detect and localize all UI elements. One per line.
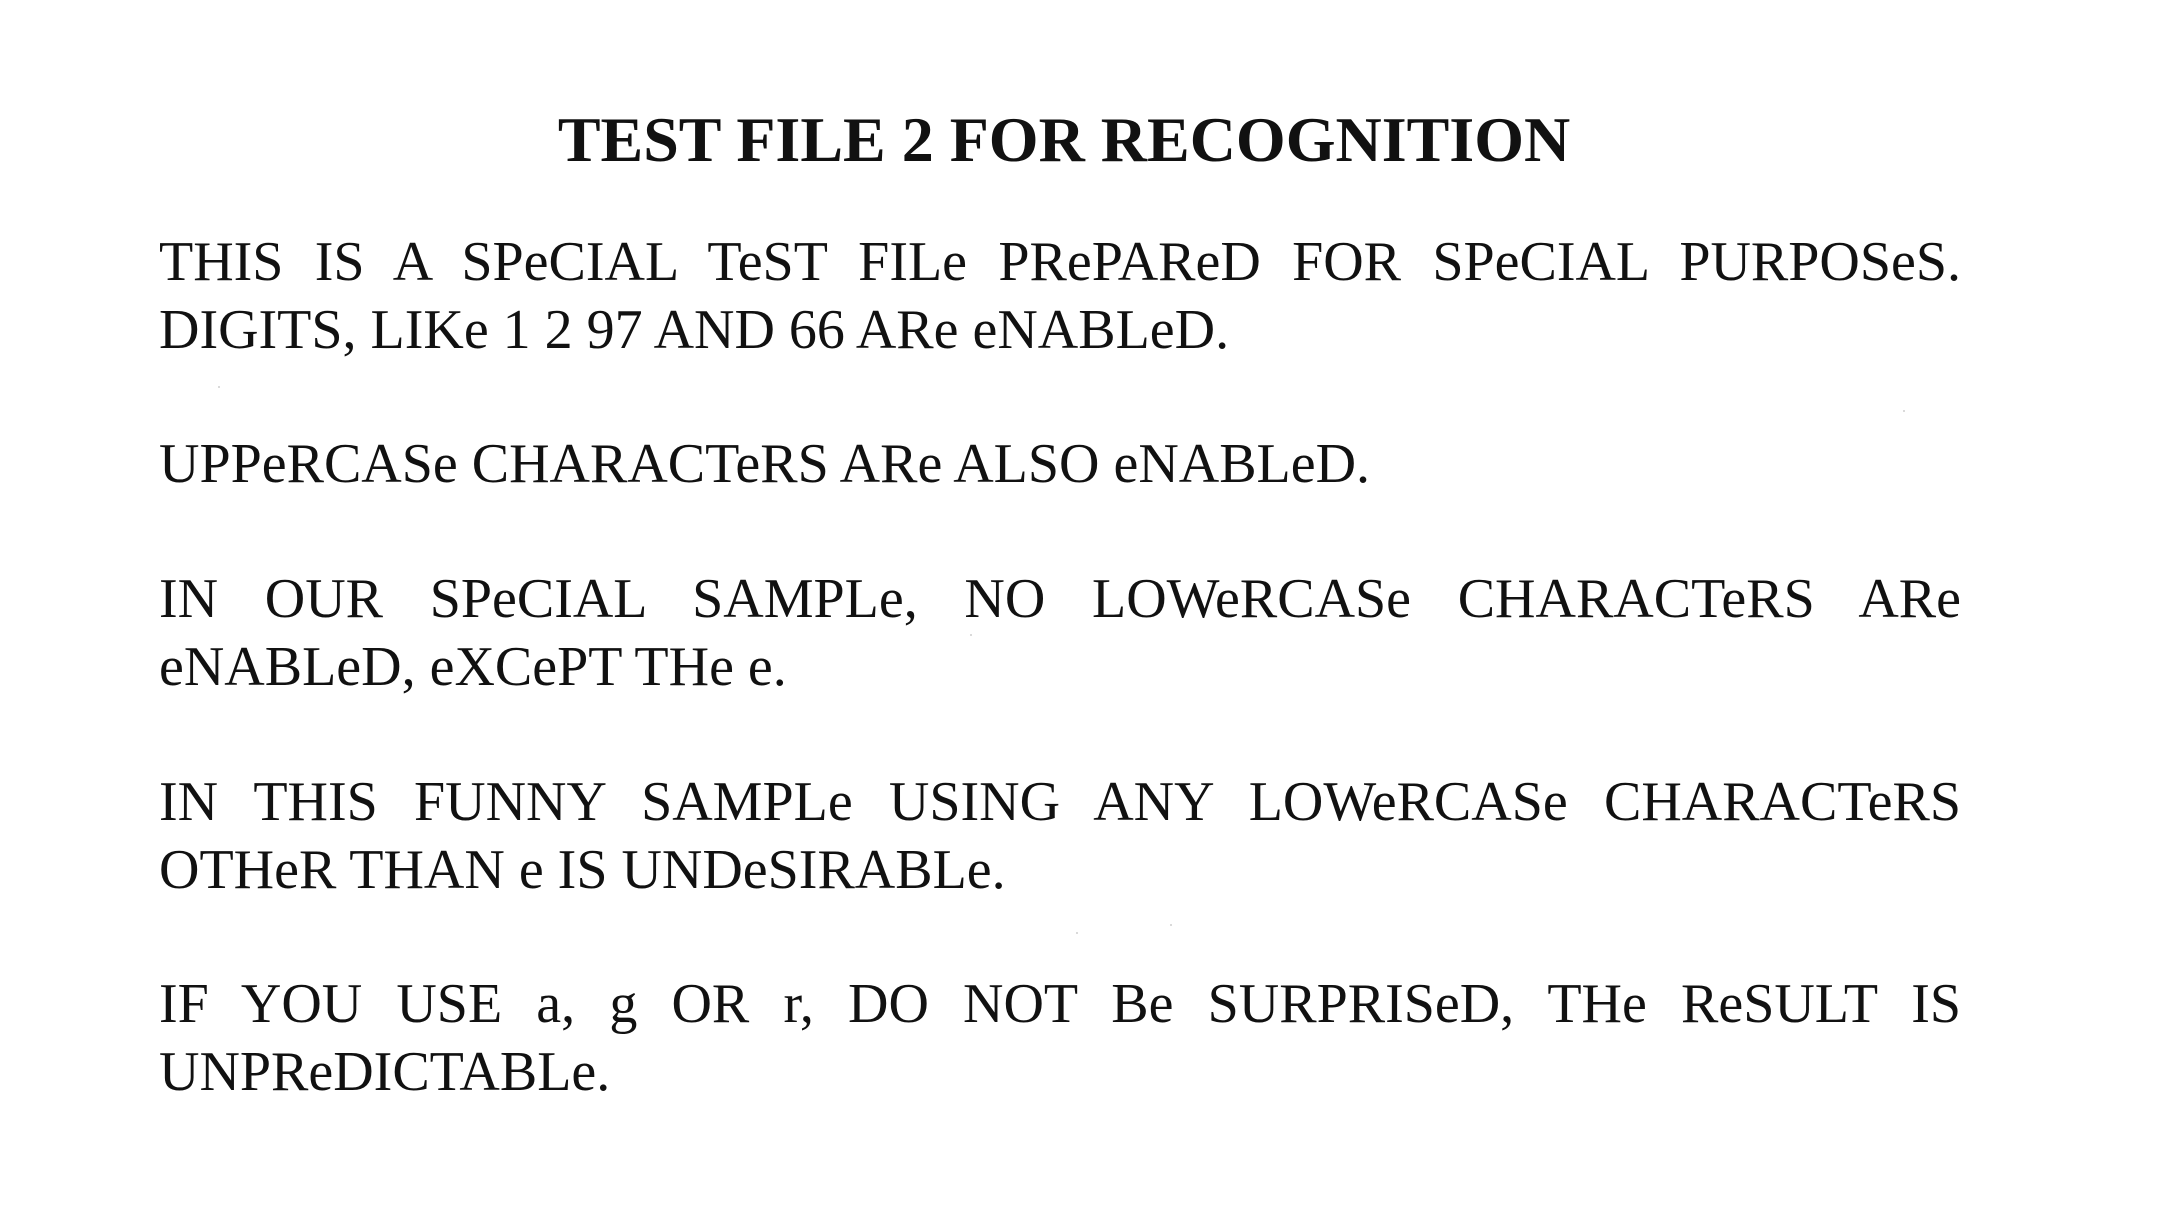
scan-speck	[218, 386, 220, 388]
paragraph-4-line-1: IN THIS FUNNY SAMPLe USING ANY LOWeRCASe…	[159, 771, 1961, 833]
paragraph-5-line-1: IF YOU USE a, g OR r, DO NOT Be SURPRISe…	[159, 973, 1961, 1035]
paragraph-4: IN THIS FUNNY SAMPLe USING ANY LOWeRCASe…	[159, 768, 1961, 904]
paragraph-5: IF YOU USE a, g OR r, DO NOT Be SURPRISe…	[159, 970, 1961, 1106]
scan-speck	[970, 634, 972, 636]
paragraph-2: UPPeRCASe CHARACTeRS ARe ALSO eNABLeD.	[159, 430, 1961, 498]
paragraph-3: IN OUR SPeCIAL SAMPLe, NO LOWeRCASe CHAR…	[159, 565, 1961, 701]
paragraph-2-line-1: UPPeRCASe CHARACTeRS ARe ALSO eNABLeD.	[159, 433, 1371, 495]
paragraph-1-line-2: DIGITS, LIKe 1 2 97 AND 66 ARe eNABLeD.	[159, 299, 1230, 361]
paragraph-1-line-1: THIS IS A SPeCIAL TeST FILe PRePAReD FOR…	[159, 231, 1961, 293]
document-title: TEST FILE 2 FOR RECOGNITION	[557, 104, 1571, 175]
document-page: TEST FILE 2 FOR RECOGNITION THIS IS A SP…	[0, 0, 2184, 1220]
scan-speck	[1076, 932, 1078, 934]
paragraph-3-line-2: eNABLeD, eXCePT THe e.	[159, 636, 787, 698]
paragraph-5-line-2: UNPReDICTABLe.	[159, 1041, 611, 1103]
paragraph-1: THIS IS A SPeCIAL TeST FILe PRePAReD FOR…	[159, 228, 1961, 364]
scan-speck	[1903, 410, 1905, 412]
scan-speck	[1170, 924, 1172, 926]
paragraph-4-line-2: OTHeR THAN e IS UNDeSIRABLe.	[159, 839, 1006, 901]
paragraph-3-line-1: IN OUR SPeCIAL SAMPLe, NO LOWeRCASe CHAR…	[159, 568, 1961, 630]
